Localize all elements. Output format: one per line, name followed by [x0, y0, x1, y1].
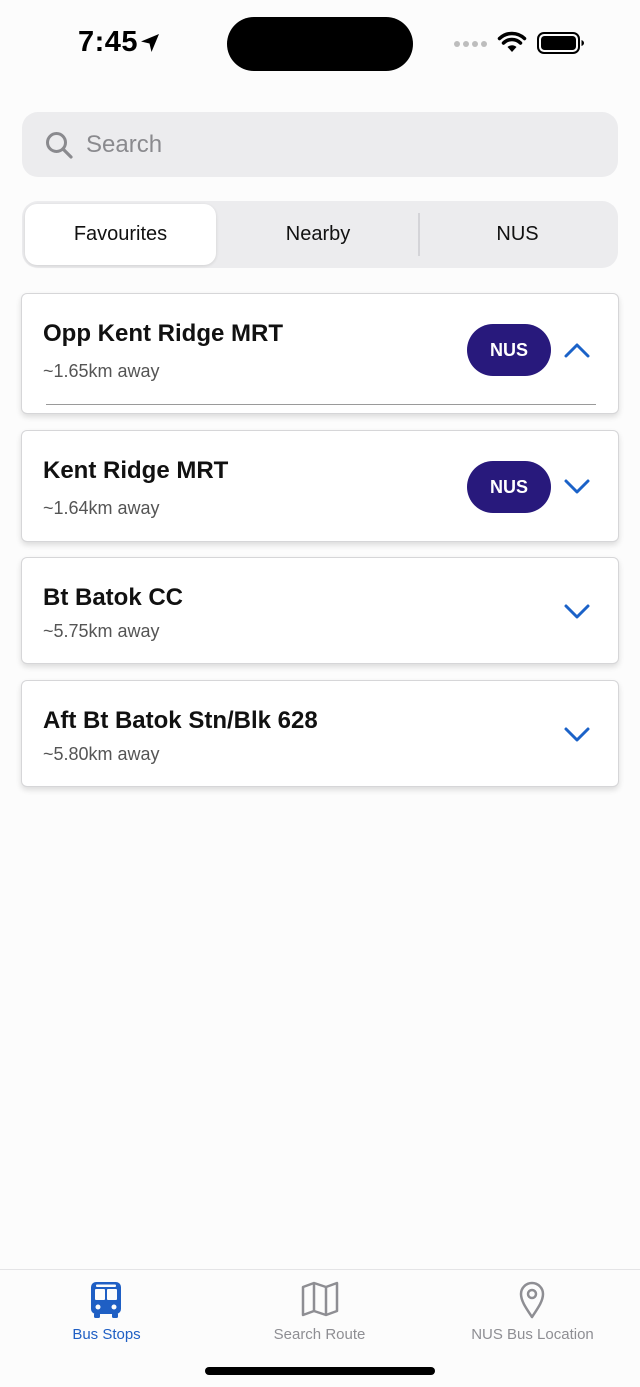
chevron-down-icon[interactable]: [563, 477, 591, 495]
bus-icon: [91, 1282, 121, 1318]
bus-stop-name: Aft Bt Batok Stn/Blk 628: [43, 707, 318, 734]
segmented-control: Favourites Nearby NUS: [22, 201, 618, 268]
tab-nus-bus-location[interactable]: NUS Bus Location: [426, 1270, 639, 1350]
bus-stop-distance: ~1.65km away: [43, 361, 160, 381]
bus-stop-distance: ~1.64km away: [43, 498, 160, 518]
bus-stop-distance: ~5.75km away: [43, 621, 160, 641]
bus-stop-card[interactable]: Bt Batok CC ~5.75km away: [21, 557, 619, 664]
map-icon: [301, 1281, 339, 1317]
chevron-down-icon[interactable]: [563, 602, 591, 620]
bus-stop-name: Bt Batok CC: [43, 584, 184, 611]
status-time: 7:45: [78, 26, 139, 58]
tab-label: NUS Bus Location: [471, 1326, 594, 1343]
status-bar: 7:45: [0, 0, 640, 90]
nus-badge[interactable]: NUS: [467, 324, 551, 376]
home-indicator: [205, 1367, 435, 1375]
bus-stop-card[interactable]: Opp Kent Ridge MRT ~1.65km away NUS: [21, 293, 619, 414]
tab-search-route[interactable]: Search Route: [213, 1270, 426, 1350]
bus-stop-distance: ~5.80km away: [43, 744, 160, 764]
bus-stop-name: Kent Ridge MRT: [43, 457, 229, 484]
card-divider: [46, 404, 596, 405]
segment-nus[interactable]: NUS: [420, 204, 615, 265]
bus-stop-card[interactable]: Kent Ridge MRT ~1.64km away NUS: [21, 430, 619, 542]
search-input[interactable]: [86, 130, 586, 159]
tab-label: Bus Stops: [72, 1326, 141, 1343]
segment-nearby[interactable]: Nearby: [220, 204, 416, 265]
segment-favourites[interactable]: Favourites: [25, 204, 216, 265]
nus-badge[interactable]: NUS: [467, 461, 551, 513]
search-bar[interactable]: [22, 112, 618, 177]
battery-icon: [537, 32, 584, 54]
tab-bus-stops[interactable]: Bus Stops: [0, 1270, 213, 1350]
bus-stop-name: Opp Kent Ridge MRT: [43, 320, 283, 347]
cellular-signal-icon: [454, 41, 487, 47]
location-pin-icon: [519, 1281, 545, 1319]
chevron-up-icon[interactable]: [563, 341, 591, 359]
wifi-icon: [497, 31, 527, 52]
tab-label: Search Route: [273, 1326, 366, 1343]
location-arrow-icon: [141, 34, 159, 52]
search-icon: [46, 131, 73, 159]
dynamic-island: [227, 17, 413, 71]
bus-stop-card[interactable]: Aft Bt Batok Stn/Blk 628 ~5.80km away: [21, 680, 619, 787]
chevron-down-icon[interactable]: [563, 725, 591, 743]
